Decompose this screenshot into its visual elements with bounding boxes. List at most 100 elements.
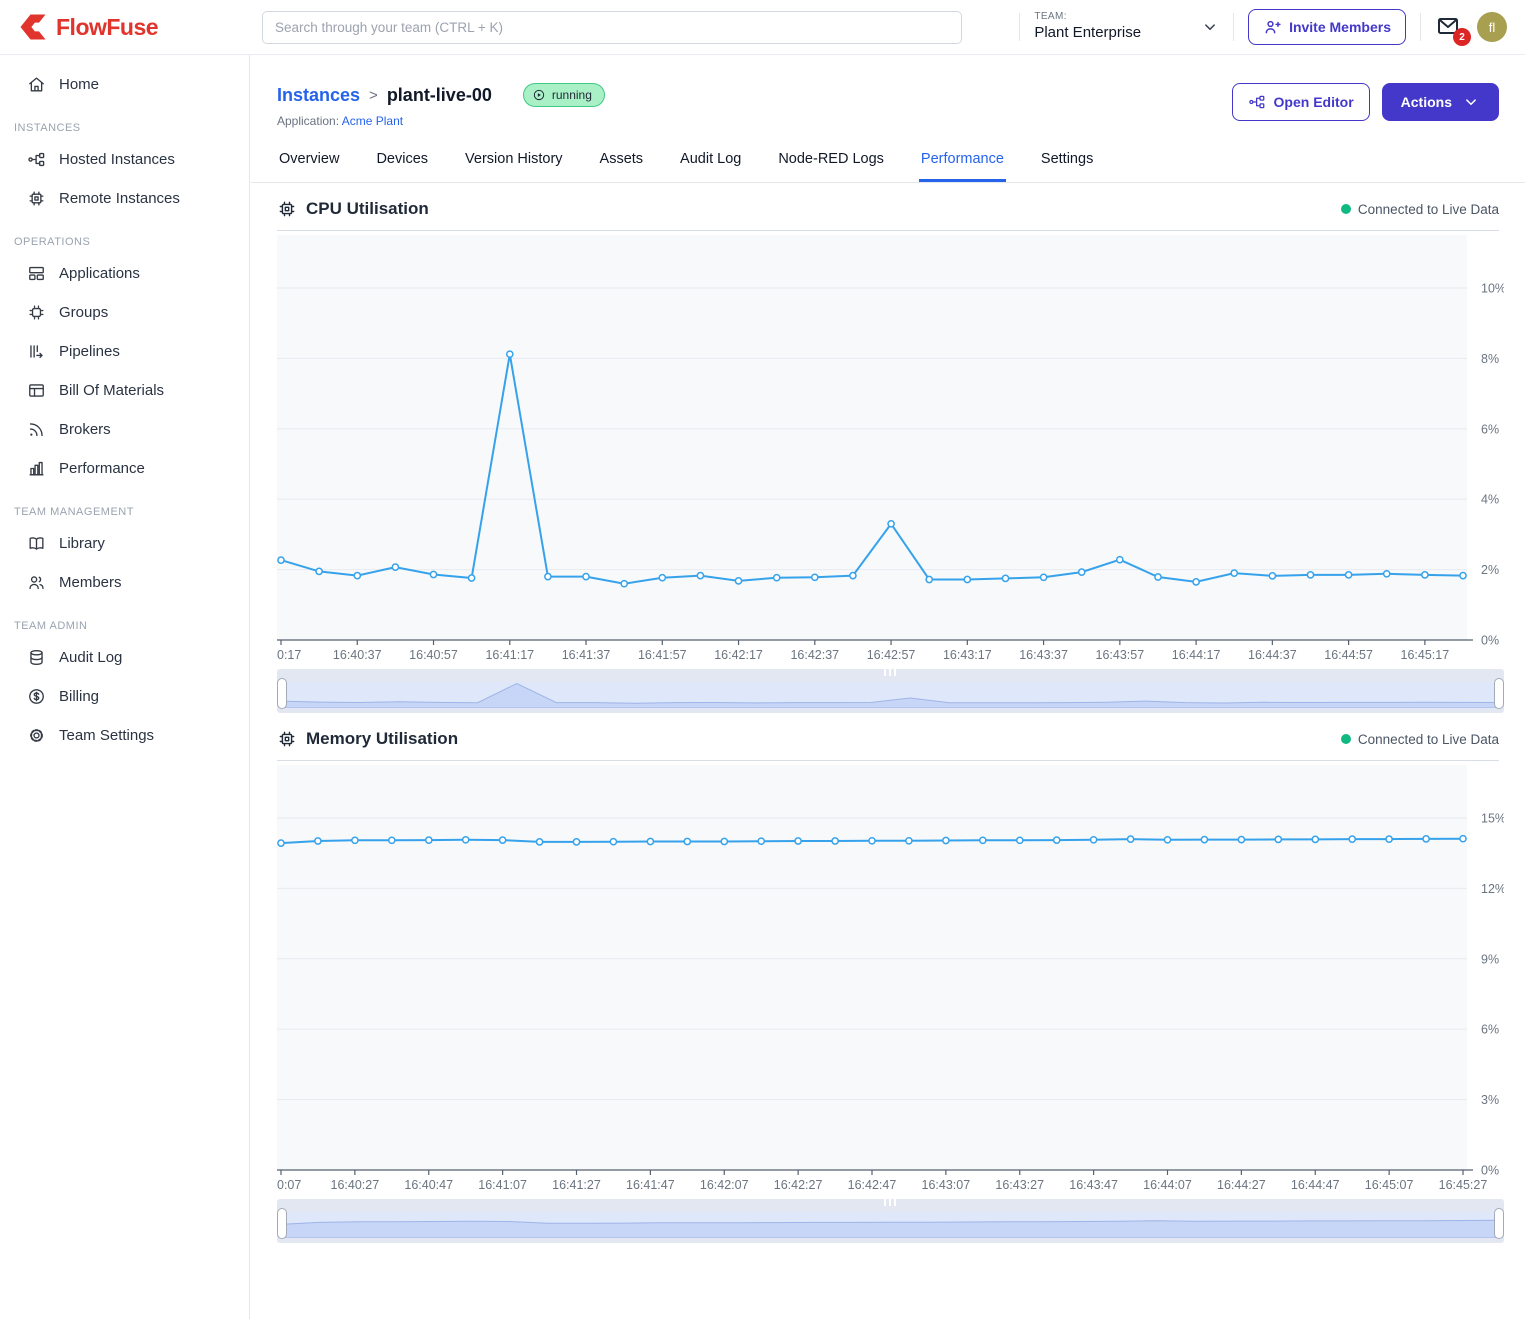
- flowfuse-logo-icon: [18, 12, 48, 42]
- sidebar-item-pipelines[interactable]: Pipelines: [0, 332, 249, 371]
- tab-settings[interactable]: Settings: [1039, 145, 1095, 182]
- chevron-down-icon: [1462, 93, 1480, 111]
- application-line: Application: Acme Plant: [277, 114, 605, 128]
- sidebar-item-hosted-instances[interactable]: Hosted Instances: [0, 140, 249, 179]
- notification-badge: 2: [1453, 28, 1471, 46]
- tab-bar: Overview Devices Version History Assets …: [251, 145, 1525, 183]
- team-selector[interactable]: TEAM: Plant Enterprise: [1034, 11, 1219, 42]
- sidebar-item-bill-of-materials[interactable]: Bill Of Materials: [0, 371, 249, 410]
- team-name: Plant Enterprise: [1034, 24, 1141, 43]
- range-handle-left[interactable]: [277, 1208, 287, 1239]
- svg-text:2%: 2%: [1481, 563, 1499, 577]
- user-plus-icon: [1263, 18, 1281, 36]
- range-slider-base: [277, 708, 1504, 713]
- svg-text:16:40:57: 16:40:57: [409, 648, 458, 662]
- sidebar-item-groups[interactable]: Groups: [0, 293, 249, 332]
- range-handle-left[interactable]: [277, 678, 287, 709]
- database-icon: [27, 648, 46, 667]
- range-slider-track[interactable]: [277, 1199, 1504, 1212]
- gear-icon: [27, 726, 46, 745]
- cpu-chart-title: CPU Utilisation: [306, 199, 429, 219]
- range-handle-right[interactable]: [1494, 678, 1504, 709]
- home-icon: [27, 75, 46, 94]
- rss-icon: [27, 420, 46, 439]
- svg-text:3%: 3%: [1481, 1093, 1499, 1107]
- sidebar-item-team-settings[interactable]: Team Settings: [0, 716, 249, 755]
- svg-text:16:42:27: 16:42:27: [774, 1178, 823, 1192]
- svg-text:16:40:27: 16:40:27: [331, 1178, 380, 1192]
- svg-text:15%: 15%: [1481, 812, 1504, 826]
- divider: [1233, 13, 1234, 41]
- applications-icon: [27, 264, 46, 283]
- sidebar-item-home[interactable]: Home: [0, 65, 249, 104]
- svg-text:6%: 6%: [1481, 422, 1499, 436]
- divider: [1420, 13, 1421, 41]
- sidebar-item-library[interactable]: Library: [0, 524, 249, 563]
- sidebar-item-performance[interactable]: Performance: [0, 449, 249, 488]
- sidebar-item-billing[interactable]: Billing: [0, 677, 249, 716]
- cpu-chart-range-slider[interactable]: [277, 669, 1504, 713]
- svg-text:16:42:37: 16:42:37: [790, 648, 839, 662]
- search-input[interactable]: [262, 11, 962, 44]
- svg-text:16:43:27: 16:43:27: [995, 1178, 1044, 1192]
- svg-text:9%: 9%: [1481, 952, 1499, 966]
- actions-button[interactable]: Actions: [1382, 83, 1499, 121]
- svg-text:16:41:27: 16:41:27: [552, 1178, 601, 1192]
- svg-text:16:44:27: 16:44:27: [1217, 1178, 1266, 1192]
- open-editor-button[interactable]: Open Editor: [1232, 83, 1370, 121]
- sidebar-item-applications[interactable]: Applications: [0, 254, 249, 293]
- breadcrumb-instances-link[interactable]: Instances: [277, 85, 360, 106]
- tab-assets[interactable]: Assets: [598, 145, 646, 182]
- svg-text:16:45:17: 16:45:17: [1401, 648, 1450, 662]
- page-title: plant-live-00: [387, 85, 492, 106]
- sidebar-section-team-management: TEAM MANAGEMENT: [0, 488, 249, 524]
- range-slider-track[interactable]: [277, 669, 1504, 682]
- drag-grip-icon: [884, 669, 897, 676]
- breadcrumb-separator: >: [369, 87, 378, 104]
- svg-text:0%: 0%: [1481, 1164, 1499, 1178]
- sidebar-item-brokers[interactable]: Brokers: [0, 410, 249, 449]
- breadcrumb: Instances > plant-live-00 running: [277, 83, 605, 107]
- range-slider-base: [277, 1238, 1504, 1243]
- memory-line-chart: 0%3%6%9%12%15%0:0716:40:2716:40:4716:41:…: [277, 765, 1504, 1195]
- range-handle-right[interactable]: [1494, 1208, 1504, 1239]
- svg-text:16:44:07: 16:44:07: [1143, 1178, 1192, 1192]
- topbar-right: TEAM: Plant Enterprise Invite Members 2 …: [1019, 9, 1525, 45]
- invite-members-button[interactable]: Invite Members: [1248, 9, 1406, 45]
- svg-text:12%: 12%: [1481, 882, 1504, 896]
- svg-text:16:45:27: 16:45:27: [1439, 1178, 1488, 1192]
- application-link[interactable]: Acme Plant: [342, 114, 403, 128]
- tab-audit-log[interactable]: Audit Log: [678, 145, 743, 182]
- tab-overview[interactable]: Overview: [277, 145, 341, 182]
- main-content: Instances > plant-live-00 running Applic…: [251, 0, 1525, 1243]
- tab-version-history[interactable]: Version History: [463, 145, 565, 182]
- sidebar-item-audit-log[interactable]: Audit Log: [0, 638, 249, 677]
- live-dot-icon: [1341, 204, 1351, 214]
- memory-chart-range-slider[interactable]: [277, 1199, 1504, 1243]
- memory-utilisation-section: Memory Utilisation Connected to Live Dat…: [277, 729, 1499, 1243]
- svg-text:6%: 6%: [1481, 1023, 1499, 1037]
- svg-text:16:45:07: 16:45:07: [1365, 1178, 1414, 1192]
- svg-text:0:17: 0:17: [277, 648, 301, 662]
- play-circle-icon: [532, 88, 546, 102]
- cpu-utilisation-section: CPU Utilisation Connected to Live Data 0…: [277, 199, 1499, 713]
- svg-text:16:43:57: 16:43:57: [1096, 648, 1145, 662]
- tab-devices[interactable]: Devices: [374, 145, 430, 182]
- brand[interactable]: FlowFuse: [0, 12, 250, 42]
- chip-icon: [27, 189, 46, 208]
- sidebar: Home INSTANCES Hosted Instances Remote I…: [0, 55, 250, 1319]
- tab-node-red-logs[interactable]: Node-RED Logs: [776, 145, 886, 182]
- sidebar-item-members[interactable]: Members: [0, 563, 249, 602]
- range-slider-minimap: [277, 1212, 1504, 1238]
- user-avatar[interactable]: fl: [1477, 12, 1507, 42]
- svg-text:4%: 4%: [1481, 493, 1499, 507]
- svg-text:16:43:07: 16:43:07: [922, 1178, 971, 1192]
- notifications-button[interactable]: 2: [1435, 14, 1463, 40]
- range-slider-minimap: [277, 682, 1504, 708]
- sidebar-item-remote-instances[interactable]: Remote Instances: [0, 179, 249, 218]
- svg-text:16:44:17: 16:44:17: [1172, 648, 1221, 662]
- topbar: FlowFuse TEAM: Plant Enterprise Invite M…: [0, 0, 1525, 55]
- tab-performance[interactable]: Performance: [919, 145, 1006, 182]
- sidebar-section-operations: OPERATIONS: [0, 218, 249, 254]
- cpu-chip-icon: [277, 199, 297, 219]
